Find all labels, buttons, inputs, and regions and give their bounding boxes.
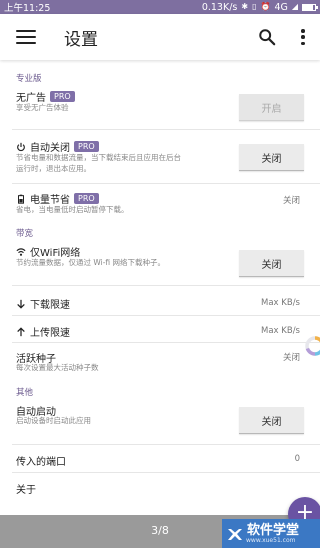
divider — [12, 342, 320, 343]
watermark-logo: 软件学堂 www.xue51.com — [222, 519, 320, 548]
battery-saver-subtitle: 省电，当电量低时启动暂停下载。 — [16, 205, 129, 214]
active-torrents-subtitle: 每次设置最大活动种子数 — [16, 363, 99, 372]
upload-limit-title[interactable]: 上传限速 — [16, 324, 70, 339]
active-torrents-value[interactable]: 关闭 — [283, 351, 300, 363]
incoming-port-title[interactable]: 传入的端口 — [16, 453, 66, 468]
divider — [12, 444, 320, 445]
incoming-port-value[interactable]: 0 — [295, 454, 300, 464]
section-header-pro: 专业版 — [16, 74, 42, 84]
loading-spinner-icon — [305, 336, 320, 356]
status-icons: 0.13K/s ✱ ▯ ⏰ 4G ◢ — [201, 1, 318, 13]
signal-icon: ◢ — [291, 2, 298, 11]
auto-close-label: 自动关闭 — [30, 143, 70, 154]
section-header-torrents: 带宽 — [16, 229, 34, 239]
app-bar: 设置 — [0, 14, 320, 60]
logo-icon — [228, 528, 242, 540]
battery-saver-value[interactable]: 关闭 — [283, 194, 300, 206]
battery-saver-label: 电量节省 — [30, 195, 70, 206]
divider — [12, 285, 320, 286]
download-limit-value[interactable]: Max KB/s — [261, 298, 300, 308]
wifi-only-title: 仅WiFi网络 — [16, 244, 80, 259]
auto-close-subtitle-line1: 节省电量和数据流量，当下载结束后且应用在后台 — [16, 153, 181, 162]
page-title: 设置 — [64, 29, 98, 50]
no-ads-subtitle: 享受无广告体验 — [16, 103, 69, 112]
auto-close-subtitle-line2: 运行时，退出本应用。 — [16, 164, 91, 173]
divider — [12, 129, 320, 130]
status-bar: 上午11:25 0.13K/s ✱ ▯ ⏰ 4G ◢ — [0, 0, 320, 14]
search-icon[interactable] — [258, 28, 276, 46]
auto-start-button[interactable]: 关闭 — [239, 407, 304, 434]
no-ads-label: 无广告 — [16, 93, 46, 104]
battery-icon — [302, 3, 318, 11]
arrow-up-icon — [17, 326, 25, 336]
wifi-icon — [16, 247, 26, 256]
status-time: 上午11:25 — [4, 3, 51, 14]
auto-close-button[interactable]: 关闭 — [239, 144, 304, 171]
no-ads-title: 无广告 PRO — [16, 89, 75, 104]
pro-badge: PRO — [74, 141, 99, 152]
bluetooth-icon: ✱ — [241, 2, 249, 11]
vibrate-icon: ▯ — [252, 2, 257, 11]
upload-limit-value[interactable]: Max KB/s — [261, 326, 300, 336]
wifi-only-label: 仅WiFi网络 — [30, 248, 81, 259]
battery-saver-title: 电量节省 PRO — [16, 191, 99, 206]
battery-saver-icon — [18, 194, 24, 204]
no-ads-button[interactable]: 开启 — [239, 94, 304, 121]
more-options-icon[interactable] — [300, 29, 306, 45]
section-header-other: 其他 — [16, 388, 34, 398]
incoming-port-label: 传入的端口 — [16, 457, 66, 468]
watermark-url: www.xue51.com — [246, 536, 296, 544]
divider — [12, 315, 320, 316]
arrow-down-icon — [17, 299, 25, 309]
settings-list: 专业版 无广告 PRO 享受无广告体验 开启 自动关闭 PRO 节省电量和数据流… — [0, 60, 320, 515]
download-limit-title[interactable]: 下载限速 — [16, 296, 70, 311]
upload-limit-label: 上传限速 — [30, 328, 70, 339]
wifi-only-button[interactable]: 关闭 — [239, 250, 304, 277]
menu-icon[interactable] — [16, 30, 36, 44]
network-speed: 0.13K/s — [201, 1, 238, 13]
wifi-only-subtitle: 节约流量数据，仅通过 Wi-fi 网络下载种子。 — [16, 258, 166, 267]
auto-start-subtitle: 启动设备时启动此应用 — [16, 416, 91, 425]
divider — [12, 472, 320, 473]
auto-close-title: 自动关闭 PRO — [16, 139, 99, 154]
about-title[interactable]: 关于 — [16, 481, 36, 496]
alarm-icon: ⏰ — [260, 2, 271, 11]
watermark-name: 软件学堂 — [247, 522, 300, 538]
power-icon — [17, 142, 25, 151]
download-limit-label: 下载限速 — [30, 300, 70, 311]
battery-fill — [303, 4, 313, 10]
divider — [12, 183, 320, 184]
pro-badge: PRO — [74, 193, 99, 204]
about-label: 关于 — [16, 485, 36, 496]
pro-badge: PRO — [50, 91, 75, 102]
network-type: 4G — [274, 1, 288, 13]
